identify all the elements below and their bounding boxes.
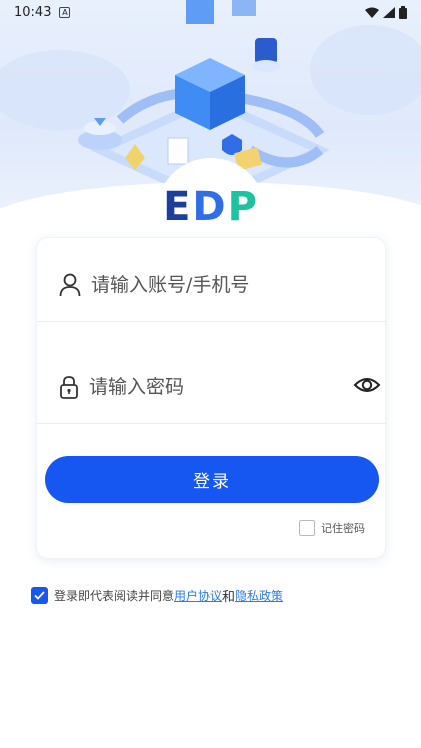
remember-checkbox[interactable]: [299, 520, 315, 536]
status-time: 10:43: [14, 4, 52, 20]
wifi-icon: [365, 7, 379, 18]
user-agreement-link[interactable]: 用户协议: [174, 587, 222, 604]
user-icon: [59, 273, 81, 296]
login-button[interactable]: 登录: [45, 456, 379, 503]
agreement-row: 登录即代表阅读并同意 用户协议和隐私政策: [31, 586, 283, 605]
logo-letter: P: [227, 184, 259, 230]
agreement-checkbox[interactable]: [31, 587, 48, 604]
remember-password-toggle[interactable]: 记住密码: [299, 520, 365, 536]
status-bar: 10:43 A: [0, 0, 421, 24]
notification-icon: A: [59, 6, 71, 18]
battery-icon: [399, 5, 407, 19]
agreement-and: 和: [222, 590, 236, 605]
signal-icon: [383, 6, 395, 18]
logo-letter: E: [163, 184, 193, 230]
username-input[interactable]: [91, 273, 331, 296]
eye-icon[interactable]: [353, 374, 381, 396]
logo-letter: D: [192, 184, 228, 230]
password-field: [37, 350, 387, 424]
check-icon: [34, 591, 45, 600]
login-card: 登录 记住密码: [36, 237, 387, 559]
remember-label: 记住密码: [321, 522, 365, 535]
username-field: [37, 248, 387, 322]
password-input[interactable]: [89, 375, 329, 398]
agreement-text: 登录即代表阅读并同意: [54, 589, 175, 603]
lock-icon: [60, 375, 78, 399]
privacy-policy-link[interactable]: 隐私政策: [235, 587, 283, 604]
